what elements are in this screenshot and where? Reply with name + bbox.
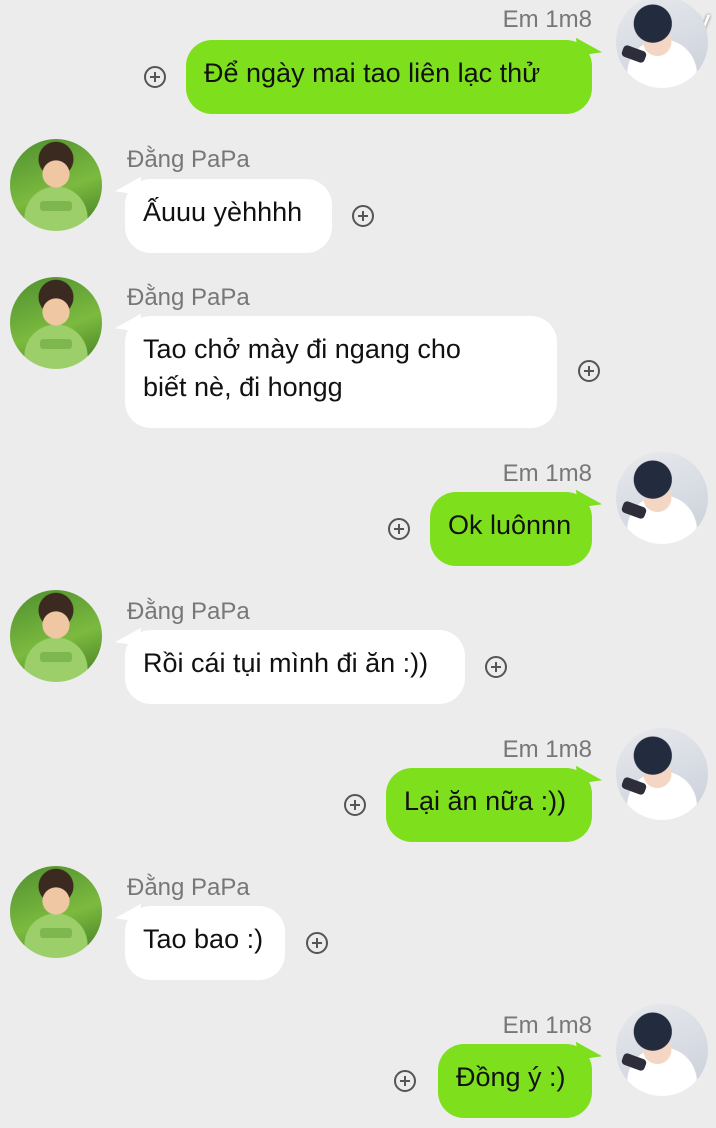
sender-name: Em 1m8: [502, 736, 592, 763]
sender-name: Đằng PaPa: [127, 874, 250, 901]
sender-name: Em 1m8: [502, 1012, 592, 1039]
sender-name: Em 1m8: [502, 6, 592, 33]
avatar[interactable]: [616, 0, 708, 88]
message-bubble[interactable]: Rồi cái tụi mình đi ăn :)): [125, 630, 465, 704]
sender-name: Đằng PaPa: [127, 146, 250, 173]
add-reaction-plus-icon[interactable]: [578, 360, 600, 382]
add-reaction-plus-icon[interactable]: [344, 794, 366, 816]
message-bubble[interactable]: Tao chở mày đi ngang cho biết nè, đi hon…: [125, 316, 557, 428]
message-bubble[interactable]: Ok luônnn: [430, 492, 592, 566]
add-reaction-plus-icon[interactable]: [144, 66, 166, 88]
add-reaction-plus-icon[interactable]: [352, 205, 374, 227]
avatar[interactable]: [616, 728, 708, 820]
sender-name: Em 1m8: [502, 460, 592, 487]
avatar[interactable]: [616, 1004, 708, 1096]
message-bubble[interactable]: Lại ăn nữa :)): [386, 768, 592, 842]
message-bubble[interactable]: Để ngày mai tao liên lạc thử: [186, 40, 592, 114]
add-reaction-plus-icon[interactable]: [388, 518, 410, 540]
sender-name: Đằng PaPa: [127, 598, 250, 625]
add-reaction-plus-icon[interactable]: [485, 656, 507, 678]
avatar[interactable]: [10, 866, 102, 958]
avatar[interactable]: [616, 452, 708, 544]
add-reaction-plus-icon[interactable]: [394, 1070, 416, 1092]
sender-name: Đằng PaPa: [127, 284, 250, 311]
add-reaction-plus-icon[interactable]: [306, 932, 328, 954]
avatar[interactable]: [10, 590, 102, 682]
avatar[interactable]: [10, 277, 102, 369]
message-bubble[interactable]: Ấuuu yèhhhh: [125, 179, 332, 253]
message-bubble[interactable]: Tao bao :): [125, 906, 285, 980]
avatar[interactable]: [10, 139, 102, 231]
message-bubble[interactable]: Đồng ý :): [438, 1044, 592, 1118]
